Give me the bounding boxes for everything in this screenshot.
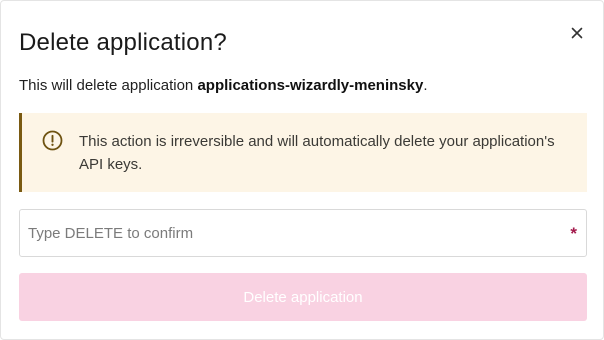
warning-text: This action is irreversible and will aut…: [79, 133, 555, 173]
warning-callout: This action is irreversible and will aut…: [19, 113, 587, 192]
dialog-title: Delete application?: [19, 29, 227, 56]
confirm-input[interactable]: [20, 210, 560, 256]
description-prefix: This will delete application: [19, 77, 198, 94]
delete-application-dialog: Delete application? This will delete app…: [0, 0, 604, 340]
close-button[interactable]: [569, 25, 585, 41]
required-asterisk: *: [570, 224, 577, 243]
confirm-field: *: [19, 209, 587, 257]
alert-circle-icon: [42, 130, 63, 151]
application-name: applications-wizardly-meninsky: [197, 77, 424, 94]
description-suffix: .: [423, 77, 428, 94]
delete-application-button[interactable]: Delete application: [19, 273, 587, 321]
close-icon: [571, 27, 583, 39]
dialog-description: This will delete application application…: [19, 76, 428, 96]
